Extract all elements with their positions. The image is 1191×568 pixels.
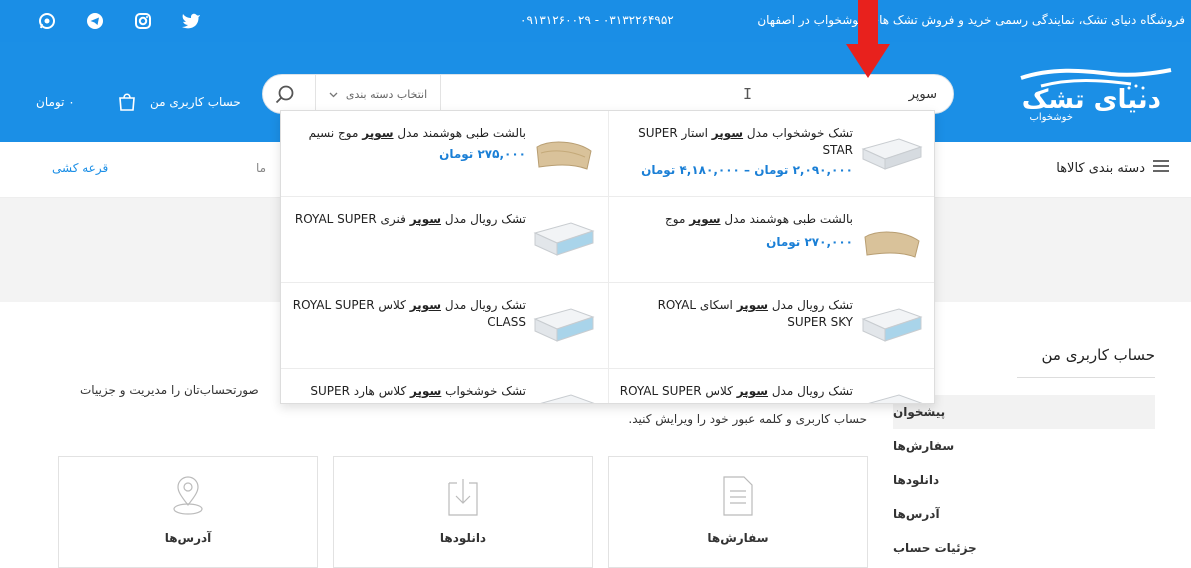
search-results-dropdown: تشک خوشخواب مدل سوپر استار SUPER STAR ۲,… [280, 110, 935, 404]
search-input[interactable] [457, 75, 937, 113]
phone-numbers: ۰۹۱۳۱۲۶۰۰۲۹ - ۰۳۱۳۲۲۶۴۹۵۲ [520, 13, 674, 27]
account-menu-addresses[interactable]: آدرس‌ها [893, 497, 1155, 531]
category-select[interactable]: انتخاب دسته بندی [315, 75, 441, 113]
result-title: تشک رویال مدل سوپر کلاس ROYAL SUPER [619, 384, 853, 398]
cart-total[interactable]: ۰ تومان [36, 95, 75, 109]
search-result[interactable]: بالشت طبی هوشمند مدل سوپر موج ۲۷۰,۰۰۰ تو… [608, 197, 934, 283]
card-addresses[interactable]: آدرس‌ها [58, 456, 318, 568]
location-icon [171, 475, 205, 521]
account-menu-details[interactable]: جزئیات حساب [893, 531, 1155, 565]
search-result[interactable]: تشک رویال مدل سوپر اسکای ROYAL SUPER SKY [608, 283, 934, 369]
account-menu-downloads[interactable]: دانلودها [893, 463, 1155, 497]
result-price: ۲۷۰,۰۰۰ تومان [766, 235, 853, 249]
orders-icon [722, 475, 754, 521]
top-bar: ۰۹۱۳۱۲۶۰۰۲۹ - ۰۳۱۳۲۲۶۴۹۵۲ فروشگاه دنیای … [0, 0, 1191, 42]
nav-item-truncated[interactable]: ما [256, 161, 266, 175]
search-result[interactable]: تشک رویال مدل سوپر کلاس ROYAL SUPER CLAS… [281, 283, 608, 369]
card-downloads-label: دانلودها [439, 531, 487, 545]
result-title: بالشت طبی هوشمند مدل سوپر موج [665, 212, 853, 226]
download-icon [447, 475, 479, 521]
result-price: ۲,۰۹۰,۰۰۰ تومان – ۴,۱۸۰,۰۰۰ تومان [641, 163, 853, 177]
cart-icon[interactable] [116, 90, 138, 116]
result-title: تشک رویال مدل سوپر فنری ROYAL SUPER [294, 212, 526, 226]
search-result[interactable]: تشک رویال مدل سوپر فنری ROYAL SUPER [281, 197, 608, 283]
card-orders-label: سفارش‌ها [707, 531, 769, 545]
pillow-thumbnail [859, 215, 925, 263]
result-title: تشک رویال مدل سوپر اسکای ROYAL SUPER SKY [657, 298, 853, 329]
logo-text: دنیای تشک [1022, 85, 1161, 115]
mattress-thumbnail [859, 387, 925, 403]
mattress-thumbnail [859, 129, 925, 177]
whatsapp-icon[interactable] [36, 10, 58, 32]
account-title: حساب کاربری من [1041, 346, 1155, 364]
search-result[interactable]: بالشت طبی هوشمند مدل سوپر موج نسیم ۲۷۵,۰… [281, 111, 608, 197]
search-result[interactable]: تشک خوشخواب مدل سوپر استار SUPER STAR ۲,… [608, 111, 934, 197]
search-result[interactable]: تشک خوشخواب سوپر کلاس هارد SUPER [281, 369, 608, 403]
search-result[interactable]: تشک رویال مدل سوپر کلاس ROYAL SUPER [608, 369, 934, 403]
card-addresses-label: آدرس‌ها [164, 531, 212, 545]
pillow-thumbnail [531, 129, 597, 177]
text-cursor-icon: I [743, 85, 753, 103]
mattress-thumbnail [531, 301, 597, 349]
result-title: تشک خوشخواب مدل سوپر استار SUPER STAR [638, 126, 853, 157]
search-button[interactable] [271, 81, 299, 109]
card-downloads[interactable]: دانلودها [333, 456, 593, 568]
telegram-icon[interactable] [84, 10, 106, 32]
nav-item-lottery[interactable]: قرعه کشی [52, 161, 108, 175]
social-links [36, 10, 202, 32]
welcome-text-partial: صورتحساب‌تان را مدیریت و جزییات [80, 383, 259, 397]
twitter-icon[interactable] [180, 10, 202, 32]
mattress-thumbnail [531, 387, 597, 403]
account-menu: پیشخوان سفارش‌ها دانلودها آدرس‌ها جزئیات… [893, 395, 1155, 565]
mattress-thumbnail [859, 301, 925, 349]
search-icon [275, 85, 294, 104]
account-menu-orders[interactable]: سفارش‌ها [893, 429, 1155, 463]
result-title: بالشت طبی هوشمند مدل سوپر موج نسیم [308, 126, 526, 140]
result-price: ۲۷۵,۰۰۰ تومان [439, 147, 526, 161]
result-title: تشک رویال مدل سوپر کلاس ROYAL SUPER CLAS… [292, 298, 526, 329]
top-slogan: فروشگاه دنیای تشک، نمایندگی رسمی خرید و … [757, 13, 1185, 27]
red-arrow-annotation [846, 0, 890, 80]
category-select-label: انتخاب دسته بندی [345, 87, 428, 101]
chevron-down-icon [329, 88, 338, 101]
mattress-thumbnail [531, 215, 597, 263]
logo-subtext: خوشخواب [1029, 112, 1073, 123]
hamburger-icon [1153, 160, 1169, 176]
divider [1017, 377, 1155, 378]
categories-label: دسته بندی کالاها [1056, 160, 1145, 176]
instagram-icon[interactable] [132, 10, 154, 32]
welcome-text: حساب کاربری و کلمه عبور خود را ویرایش کن… [628, 412, 867, 426]
dashboard-cards: سفارش‌ها دانلودها آدرس‌ها [58, 456, 868, 568]
site-logo[interactable]: دنیای تشک خوشخواب [1011, 64, 1181, 124]
card-orders[interactable]: سفارش‌ها [608, 456, 868, 568]
account-link[interactable]: حساب کاربری من [150, 95, 241, 109]
result-title: تشک خوشخواب سوپر کلاس هارد SUPER [310, 384, 526, 398]
categories-menu[interactable]: دسته بندی کالاها [1056, 160, 1169, 176]
